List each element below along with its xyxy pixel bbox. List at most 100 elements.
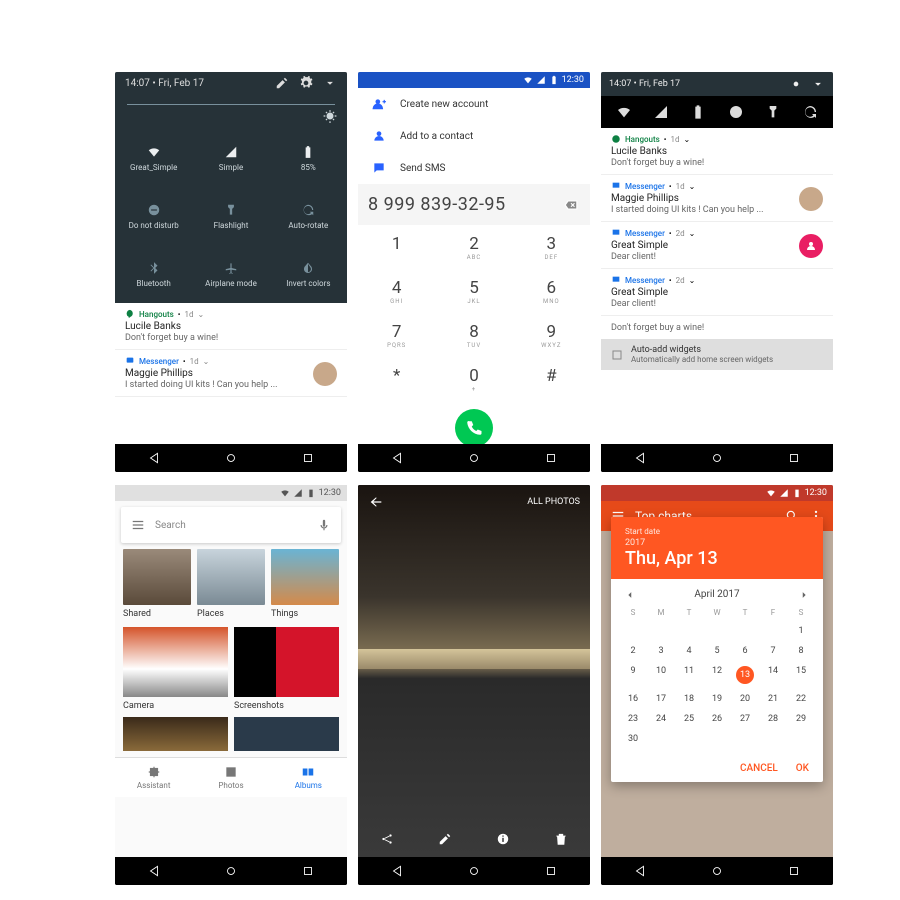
recent-icon[interactable]: [301, 864, 315, 878]
info-icon[interactable]: [496, 832, 510, 846]
calendar-day[interactable]: 16: [619, 689, 647, 709]
edit-icon[interactable]: [438, 832, 452, 846]
key-4[interactable]: 4GHI: [358, 269, 435, 313]
calendar-day[interactable]: 17: [647, 689, 675, 709]
notification[interactable]: Hangouts • 1d ⌄ Lucile Banks Don't forge…: [601, 128, 833, 175]
calendar-day[interactable]: 24: [647, 709, 675, 729]
create-account-row[interactable]: Create new account: [358, 88, 590, 120]
chevron-down-icon[interactable]: [323, 76, 337, 90]
qs-tile-flashlight[interactable]: Flashlight: [192, 187, 269, 245]
key-6[interactable]: 6MNO: [513, 269, 590, 313]
menu-icon[interactable]: [131, 518, 145, 532]
calendar-day[interactable]: 25: [675, 709, 703, 729]
key-5[interactable]: 5JKL: [435, 269, 512, 313]
back-icon[interactable]: [390, 451, 404, 465]
dnd-icon[interactable]: [728, 104, 744, 120]
recent-icon[interactable]: [301, 451, 315, 465]
edit-icon[interactable]: [275, 76, 289, 90]
calendar-day[interactable]: 5: [703, 641, 731, 661]
year-button[interactable]: 2017: [625, 538, 809, 548]
calendar-day[interactable]: 27: [731, 709, 759, 729]
wifi-icon[interactable]: [616, 104, 632, 120]
notification[interactable]: Messenger • 1d ⌄ Maggie Phillips I start…: [115, 350, 347, 397]
calendar-day[interactable]: 26: [703, 709, 731, 729]
calendar-day[interactable]: 6: [731, 641, 759, 661]
mic-icon[interactable]: [317, 518, 331, 532]
signal-icon[interactable]: [653, 104, 669, 120]
key-3[interactable]: 3DEF: [513, 225, 590, 269]
calendar-day[interactable]: 28: [759, 709, 787, 729]
notification[interactable]: Hangouts • 1d ⌄ Lucile Banks Don't forge…: [115, 303, 347, 350]
brightness-slider[interactable]: [127, 104, 335, 105]
home-icon[interactable]: [710, 451, 724, 465]
qs-tile-battery[interactable]: 85%: [270, 129, 347, 187]
calendar-day[interactable]: 1: [787, 621, 815, 641]
qs-tile-wifi[interactable]: Great_Simple: [115, 129, 192, 187]
chevron-left-icon[interactable]: [625, 590, 635, 600]
calendar-day[interactable]: 2: [619, 641, 647, 661]
cancel-button[interactable]: CANCEL: [740, 763, 778, 774]
calendar-day[interactable]: 21: [759, 689, 787, 709]
back-arrow-icon[interactable]: [368, 494, 384, 510]
send-sms-row[interactable]: Send SMS: [358, 152, 590, 184]
battery-icon[interactable]: [690, 104, 706, 120]
all-photos-label[interactable]: ALL PHOTOS: [527, 497, 580, 507]
calendar-day[interactable]: 11: [675, 661, 703, 689]
calendar-day[interactable]: 12: [703, 661, 731, 689]
album-screenshots[interactable]: Screenshots: [234, 627, 339, 711]
recent-icon[interactable]: [544, 864, 558, 878]
rotate-icon[interactable]: [802, 104, 818, 120]
key-star[interactable]: *: [358, 357, 435, 401]
qs-tile-bluetooth[interactable]: Bluetooth: [115, 245, 192, 303]
key-0[interactable]: 0+: [435, 357, 512, 401]
delete-icon[interactable]: [554, 832, 568, 846]
qs-tile-airplane[interactable]: Airplane mode: [192, 245, 269, 303]
notification[interactable]: Messenger • 2d ⌄ Great Simple Dear clien…: [601, 269, 833, 316]
calendar-day[interactable]: 14: [759, 661, 787, 689]
calendar-day[interactable]: 9: [619, 661, 647, 689]
ok-button[interactable]: OK: [796, 763, 809, 774]
recent-icon[interactable]: [787, 451, 801, 465]
back-icon[interactable]: [633, 864, 647, 878]
notification[interactable]: Don't forget buy a wine!: [601, 316, 833, 339]
back-icon[interactable]: [147, 451, 161, 465]
calendar-day[interactable]: 18: [675, 689, 703, 709]
home-icon[interactable]: [467, 864, 481, 878]
calendar-day[interactable]: 22: [787, 689, 815, 709]
home-icon[interactable]: [224, 451, 238, 465]
calendar-day[interactable]: 10: [647, 661, 675, 689]
calendar-day[interactable]: 19: [703, 689, 731, 709]
chevron-right-icon[interactable]: [799, 590, 809, 600]
tab-assistant[interactable]: Assistant: [115, 758, 192, 797]
chevron-down-icon[interactable]: [811, 77, 825, 91]
brightness-icon[interactable]: [323, 109, 337, 123]
notification[interactable]: Messenger • 1d ⌄ Maggie Phillips I start…: [601, 175, 833, 222]
tab-photos[interactable]: Photos: [192, 758, 269, 797]
qs-tile-rotate[interactable]: Auto-rotate: [270, 187, 347, 245]
calendar-day[interactable]: 20: [731, 689, 759, 709]
home-icon[interactable]: [467, 451, 481, 465]
thumbnail[interactable]: [123, 717, 228, 751]
back-icon[interactable]: [633, 451, 647, 465]
key-7[interactable]: 7PQRS: [358, 313, 435, 357]
thumbnail[interactable]: [234, 717, 339, 751]
share-icon[interactable]: [380, 832, 394, 846]
search-bar[interactable]: Search: [121, 507, 341, 543]
calendar-day[interactable]: 29: [787, 709, 815, 729]
album-camera[interactable]: Camera: [123, 627, 228, 711]
album-things[interactable]: Things: [271, 549, 339, 619]
qs-tile-invert[interactable]: Invert colors: [270, 245, 347, 303]
checkbox-icon[interactable]: [611, 349, 623, 361]
key-1[interactable]: 1: [358, 225, 435, 269]
calendar-day[interactable]: 15: [787, 661, 815, 689]
tab-albums[interactable]: Albums: [270, 758, 347, 797]
photo[interactable]: [358, 485, 590, 857]
album-shared[interactable]: Shared: [123, 549, 191, 619]
notification[interactable]: Messenger • 2d ⌄ Great Simple Dear clien…: [601, 222, 833, 269]
calendar-day[interactable]: 23: [619, 709, 647, 729]
add-contact-row[interactable]: Add to a contact: [358, 120, 590, 152]
calendar-day[interactable]: 7: [759, 641, 787, 661]
key-2[interactable]: 2ABC: [435, 225, 512, 269]
key-9[interactable]: 9WXYZ: [513, 313, 590, 357]
calendar-day[interactable]: 30: [619, 729, 647, 749]
